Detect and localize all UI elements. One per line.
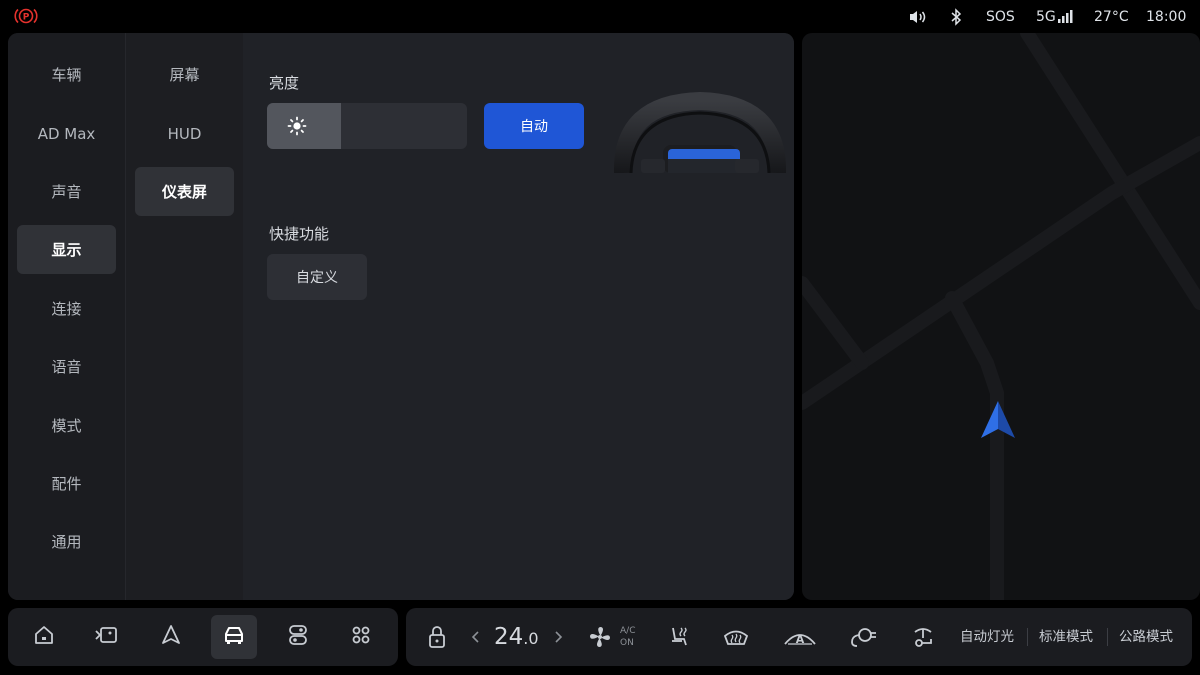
volume-icon[interactable]: [908, 9, 928, 25]
status-bar: P SOS 5G 27°C 18:00: [0, 0, 1200, 33]
divider: [1027, 628, 1028, 646]
mirror-fold-button[interactable]: [909, 624, 937, 650]
media-button[interactable]: [84, 615, 130, 659]
navigation-button[interactable]: [148, 615, 194, 659]
clock: 18:00: [1146, 9, 1187, 25]
front-defrost-button[interactable]: [722, 624, 750, 650]
drive-mode-button[interactable]: 标准模式: [1039, 628, 1093, 646]
road-mode-button[interactable]: 公路模式: [1119, 628, 1173, 646]
shortcut-title: 快捷功能: [269, 225, 330, 243]
lock-icon: [424, 626, 450, 654]
nav-item-mode[interactable]: 模式: [17, 401, 116, 450]
seat-heat-icon: [664, 627, 692, 654]
subnav-item-hud[interactable]: HUD: [135, 109, 234, 158]
auto-brightness-button[interactable]: 自动: [484, 103, 584, 149]
seat-heat-button[interactable]: [664, 624, 692, 650]
svg-text:A: A: [796, 633, 805, 646]
ac-label: A/C: [620, 626, 636, 636]
vehicle-button[interactable]: [211, 615, 257, 659]
network-label: 5G: [1036, 9, 1056, 25]
lock-button[interactable]: [424, 624, 452, 650]
divider: [1107, 628, 1108, 646]
control-dock: 24.0 A/C ON A 自动灯光 标准模式 公路模式: [406, 608, 1192, 666]
primary-nav: 车辆 AD Max 声音 显示 连接 语音 模式 配件 通用: [8, 33, 125, 600]
brightness-title: 亮度: [269, 74, 300, 92]
auto-wiper-icon: A: [782, 633, 818, 654]
temperature-decimal: .0: [523, 629, 539, 648]
nav-item-sound[interactable]: 声音: [17, 167, 116, 216]
secondary-nav: 屏幕 HUD 仪表屏: [125, 33, 243, 600]
nav-item-general[interactable]: 通用: [17, 517, 116, 566]
ac-state: ON: [620, 638, 634, 648]
car-icon: [221, 623, 247, 651]
apps-grid-icon: [349, 623, 373, 651]
chevron-left-icon: [470, 631, 482, 650]
bluetooth-icon[interactable]: [948, 8, 964, 26]
charge-port-icon: [848, 628, 878, 654]
nav-item-voice[interactable]: 语音: [17, 342, 116, 391]
defrost-icon: [722, 630, 750, 654]
chevron-right-icon: [552, 631, 564, 650]
sos-label[interactable]: SOS: [986, 8, 1015, 26]
home-button[interactable]: [21, 615, 67, 659]
settings-content: 亮度 自动 快捷功能 自定义: [243, 33, 794, 600]
svg-text:P: P: [23, 13, 30, 23]
toggle-icon: [286, 623, 310, 651]
media-icon: [94, 623, 120, 651]
sun-icon: [287, 116, 307, 136]
nav-item-vehicle[interactable]: 车辆: [17, 50, 116, 99]
brightness-slider[interactable]: [267, 103, 467, 149]
navigation-icon: [159, 623, 183, 651]
toggle-button[interactable]: [275, 615, 321, 659]
steering-adjust-icon: [909, 628, 937, 654]
temperature-value: 24: [494, 624, 524, 650]
temperature-setting: 24.0: [494, 624, 539, 652]
home-icon: [32, 623, 56, 651]
temperature-label: 27°C: [1094, 9, 1129, 25]
ac-status[interactable]: A/C ON: [620, 625, 635, 649]
temp-increase-button[interactable]: [552, 628, 564, 646]
nav-item-display[interactable]: 显示: [17, 225, 116, 274]
nav-item-connection[interactable]: 连接: [17, 284, 116, 333]
subnav-item-instrument-cluster[interactable]: 仪表屏: [135, 167, 234, 216]
apps-button[interactable]: [338, 615, 384, 659]
fan-icon: [586, 627, 614, 654]
auto-light-button[interactable]: 自动灯光: [960, 628, 1014, 646]
fan-button[interactable]: [586, 624, 614, 650]
temp-decrease-button[interactable]: [470, 628, 482, 646]
auto-wiper-button[interactable]: A: [782, 624, 818, 650]
steering-wheel-image: [611, 63, 789, 174]
nav-item-accessories[interactable]: 配件: [17, 459, 116, 508]
subnav-item-screen[interactable]: 屏幕: [135, 50, 234, 99]
nav-item-ad-max[interactable]: AD Max: [17, 109, 116, 158]
navigation-map[interactable]: [802, 33, 1200, 600]
app-dock: [8, 608, 398, 666]
charge-port-button[interactable]: [848, 624, 876, 650]
parking-brake-icon: P: [14, 6, 38, 26]
customize-button[interactable]: 自定义: [267, 254, 367, 300]
settings-panel: 车辆 AD Max 声音 显示 连接 语音 模式 配件 通用 屏幕 HUD 仪表…: [8, 33, 794, 600]
signal-icon: [1058, 9, 1076, 23]
